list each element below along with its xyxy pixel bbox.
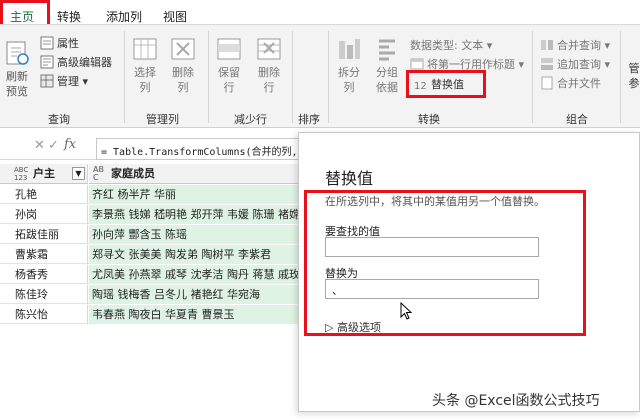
members-cell: 孙向萍 酆含玉 陈瑶 — [89, 225, 300, 244]
dialog-title: 替换值 — [325, 169, 374, 188]
manage-icon — [40, 74, 54, 88]
ribbon-separator — [208, 31, 209, 123]
dialog-fields-highlight — [304, 190, 586, 336]
keep-rows-label: 保留 行 — [218, 66, 240, 94]
choose-columns-label: 选择 列 — [134, 66, 156, 94]
replace-values-highlight — [406, 70, 486, 98]
ribbon-separator — [124, 31, 125, 123]
properties-icon — [40, 36, 54, 50]
confirm-icon[interactable]: ✓ — [48, 138, 59, 153]
append-queries-icon — [540, 57, 554, 71]
remove-rows-icon — [255, 35, 283, 63]
ribbon-separator — [620, 31, 621, 123]
manage-dropdown[interactable]: 管理 ▾ — [40, 73, 88, 90]
merge-queries-label: 合并查询 ▾ — [557, 39, 611, 52]
properties-button[interactable]: 属性 — [40, 35, 79, 52]
merge-files-icon — [540, 76, 554, 90]
remove-columns-button[interactable]: 删除 列 — [168, 35, 198, 95]
group-by-label: 分组 依据 — [376, 66, 398, 94]
remove-rows-label: 删除 行 — [258, 66, 280, 94]
advanced-editor-icon — [40, 55, 54, 69]
refresh-preview-button[interactable]: 刷新 预览 — [2, 39, 32, 99]
append-queries-label: 追加查询 ▾ — [557, 58, 611, 71]
tab-view[interactable]: 视图 — [163, 8, 187, 25]
manage-label: 管理 ▾ — [57, 75, 89, 88]
keep-rows-button[interactable]: 保留 行 — [214, 35, 244, 95]
householder-cell: 曹紫霜 — [12, 245, 88, 264]
any-type-icon: ABC 123 — [14, 166, 29, 182]
merge-files-label: 合并文件 — [557, 77, 601, 90]
householder-cell: 拓跋佳丽 — [12, 225, 88, 244]
split-column-icon — [335, 35, 363, 63]
ribbon-separator — [532, 31, 533, 123]
choose-columns-button[interactable]: 选择 列 — [130, 35, 160, 95]
advanced-editor-label: 高级编辑器 — [57, 56, 112, 69]
query-group-label: 查询 — [48, 113, 70, 126]
members-cell: 李景燕 钱娣 嵇明艳 郑开萍 韦媛 陈珊 褚嫦 — [89, 205, 300, 224]
table-row[interactable]: 孙岗 李景燕 钱娣 嵇明艳 郑开萍 韦媛 陈珊 褚嫦 — [0, 205, 300, 224]
split-column-button[interactable]: 拆分 列 — [334, 35, 364, 95]
formula-input[interactable]: = Table.TransformColumns(合并的列, — [96, 138, 300, 160]
combine-group-label: 组合 — [566, 113, 588, 126]
table-row[interactable]: 陈佳玲 陶瑶 钱梅香 吕冬儿 褚艳红 华宛海 — [0, 285, 300, 304]
merge-queries-icon — [540, 38, 554, 52]
watermark-text: 头条 @Excel函数公式技巧 — [432, 393, 600, 409]
data-table: ABC 123 户主 ▼ AB C 家庭成员 孔艳 齐红 杨半芹 华丽 孙岗 李… — [0, 164, 300, 324]
remove-columns-label: 删除 列 — [172, 66, 194, 94]
keep-rows-icon — [215, 35, 243, 63]
tab-transform[interactable]: 转换 — [57, 8, 81, 25]
householder-cell: 杨香秀 — [12, 265, 88, 284]
advanced-editor-button[interactable]: 高级编辑器 — [40, 54, 112, 71]
merge-queries-dropdown[interactable]: 合并查询 ▾ — [540, 37, 610, 54]
properties-label: 属性 — [57, 37, 79, 50]
refresh-preview-label: 刷新 预览 — [6, 70, 28, 98]
table-header-icon — [410, 57, 424, 71]
manage-columns-label: 管理列 — [146, 113, 179, 126]
members-cell: 陶瑶 钱梅香 吕冬儿 褚艳红 华宛海 — [89, 285, 300, 304]
append-queries-dropdown[interactable]: 追加查询 ▾ — [540, 56, 610, 73]
merge-files-button[interactable]: 合并文件 — [540, 75, 601, 92]
column-header-householder[interactable]: ABC 123 户主 ▼ — [0, 164, 88, 184]
remove-rows-button[interactable]: 删除 行 — [254, 35, 284, 95]
column-header-label: 户主 — [33, 167, 55, 180]
table-row[interactable]: 孔艳 齐红 杨半芹 华丽 — [0, 185, 300, 204]
ribbon-separator — [328, 31, 329, 123]
householder-cell: 陈佳玲 — [12, 285, 88, 304]
text-type-icon: AB C — [93, 165, 104, 182]
householder-cell: 孔艳 — [12, 185, 88, 204]
column-header-label: 家庭成员 — [111, 167, 155, 180]
data-type-label: 数据类型: 文本 ▾ — [410, 39, 493, 52]
members-cell: 韦春燕 陶夜白 华夏青 曹景玉 — [89, 305, 300, 324]
tab-add-column[interactable]: 添加列 — [106, 8, 142, 25]
refresh-icon — [3, 39, 31, 67]
table-row[interactable]: 曹紫霜 郑寻文 张美美 陶发弟 陶树平 李紫君 — [0, 245, 300, 264]
data-type-dropdown[interactable]: 数据类型: 文本 ▾ — [410, 37, 492, 54]
table-row[interactable]: 陈兴怡 韦春燕 陶夜白 华夏青 曹景玉 — [0, 305, 300, 324]
group-by-button[interactable]: 分组 依据 — [372, 35, 402, 95]
members-cell: 齐红 杨半芹 华丽 — [89, 185, 300, 204]
group-by-icon — [373, 35, 401, 63]
remove-columns-icon — [169, 35, 197, 63]
column-header-members[interactable]: AB C 家庭成员 — [89, 164, 300, 184]
ribbon: 刷新 预览 属性 高级编辑器 管理 ▾ 查询 选择 列 删除 列 管理列 保留 … — [0, 24, 640, 128]
transform-group-label: 转换 — [418, 113, 440, 126]
cancel-icon[interactable]: ✕ — [34, 138, 45, 153]
choose-columns-icon — [131, 35, 159, 63]
manage-params-button[interactable]: 管 参 — [624, 61, 640, 91]
split-column-label: 拆分 列 — [338, 66, 360, 94]
table-row[interactable]: 拓跋佳丽 孙向萍 酆含玉 陈瑶 — [0, 225, 300, 244]
members-cell: 郑寻文 张美美 陶发弟 陶树平 李紫君 — [89, 245, 300, 264]
householder-cell: 孙岗 — [12, 205, 88, 224]
members-cell: 尤凤美 孙燕翠 戚琴 沈孝洁 陶丹 蒋慧 戚玫 — [89, 265, 300, 284]
manage-params-label: 管 参 — [628, 62, 640, 90]
mouse-cursor-icon — [400, 301, 413, 323]
table-row[interactable]: 杨香秀 尤凤美 孙燕翠 戚琴 沈孝洁 陶丹 蒋慧 戚玫 — [0, 265, 300, 284]
householder-cell: 陈兴怡 — [12, 305, 88, 324]
reduce-rows-label: 减少行 — [234, 113, 267, 126]
ribbon-separator — [292, 31, 293, 123]
fx-icon[interactable]: fx — [64, 137, 76, 152]
sort-group-label: 排序 — [298, 113, 320, 126]
filter-dropdown-icon[interactable]: ▼ — [72, 167, 85, 180]
